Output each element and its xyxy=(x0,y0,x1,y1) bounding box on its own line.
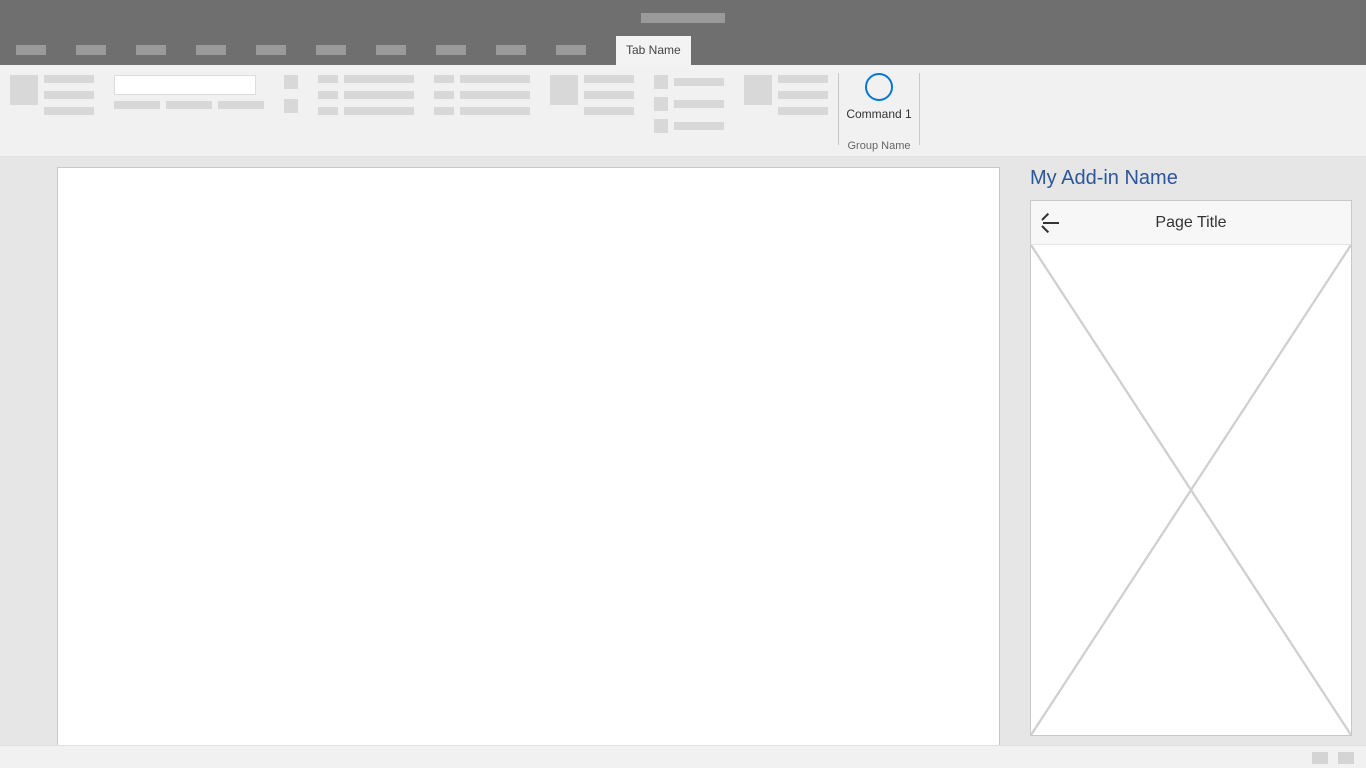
document-canvas[interactable] xyxy=(57,167,1000,745)
command-1-icon[interactable] xyxy=(865,73,893,101)
ribbon-group-placeholder xyxy=(734,65,838,156)
workspace: My Add-in Name Page Title xyxy=(0,157,1366,745)
title-bar xyxy=(0,0,1366,36)
ribbon-group-label: Group Name xyxy=(839,140,919,152)
tab-placeholder[interactable] xyxy=(196,45,226,55)
ribbon-group-placeholder xyxy=(0,65,104,156)
ribbon-group-placeholder xyxy=(104,65,274,156)
task-pane: My Add-in Name Page Title xyxy=(1016,167,1366,745)
tab-active-label: Tab Name xyxy=(626,43,681,57)
back-arrow-icon xyxy=(1043,222,1059,224)
status-bar xyxy=(0,745,1366,768)
task-pane-header: Page Title xyxy=(1031,201,1351,245)
ribbon-group-placeholder xyxy=(644,65,734,156)
ribbon-group-placeholder xyxy=(424,65,540,156)
tab-placeholder[interactable] xyxy=(436,45,466,55)
status-view-toggle[interactable] xyxy=(1312,752,1328,764)
task-pane-content-placeholder xyxy=(1031,245,1351,735)
ribbon-group-placeholder xyxy=(540,65,644,156)
tab-placeholder[interactable] xyxy=(316,45,346,55)
tab-placeholder[interactable] xyxy=(496,45,526,55)
status-view-toggle[interactable] xyxy=(1338,752,1354,764)
task-pane-body: Page Title xyxy=(1030,200,1352,736)
tab-active[interactable]: Tab Name xyxy=(616,36,691,65)
ribbon-group-placeholder xyxy=(274,65,308,156)
tab-placeholder[interactable] xyxy=(136,45,166,55)
ribbon-tabstrip: Tab Name xyxy=(0,36,1366,65)
ribbon: Command 1 Group Name xyxy=(0,65,1366,157)
app-title-placeholder xyxy=(641,13,725,23)
tab-placeholder[interactable] xyxy=(76,45,106,55)
command-1-label[interactable]: Command 1 xyxy=(839,107,919,121)
tab-placeholder[interactable] xyxy=(256,45,286,55)
tab-placeholder[interactable] xyxy=(376,45,406,55)
tab-placeholder[interactable] xyxy=(556,45,586,55)
back-button[interactable] xyxy=(1031,201,1071,245)
ribbon-group-placeholder xyxy=(308,65,424,156)
task-pane-page-title: Page Title xyxy=(1031,214,1351,232)
task-pane-title: My Add-in Name xyxy=(1030,167,1352,190)
ribbon-divider xyxy=(919,73,920,145)
tab-placeholder[interactable] xyxy=(16,45,46,55)
ribbon-group-custom: Command 1 Group Name xyxy=(839,65,919,156)
